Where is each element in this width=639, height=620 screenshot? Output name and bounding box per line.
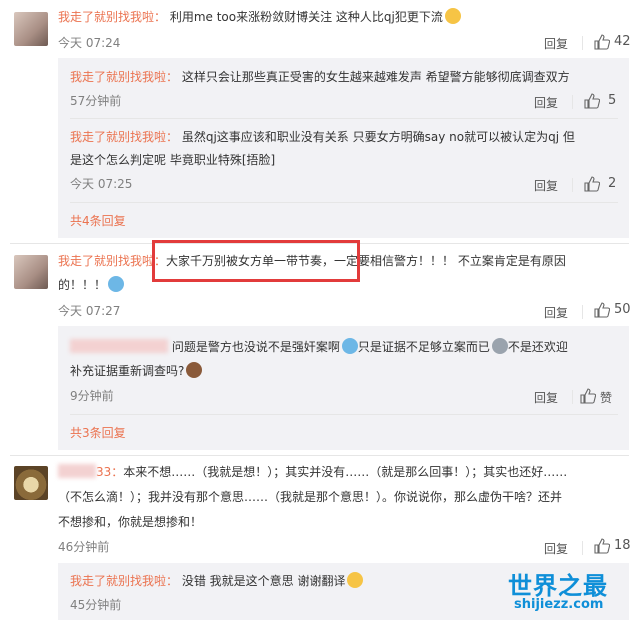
username-link[interactable]: 我走了就别找我啦： bbox=[58, 10, 166, 24]
smile-emoji-icon bbox=[444, 8, 461, 24]
comment-text: 的！！！ bbox=[58, 278, 107, 292]
comment-text: 利用me too来涨粉敛财博关注 这种人比qj犯更下流 bbox=[169, 10, 443, 24]
reply-text-line2: 补充证据重新调查吗? bbox=[70, 360, 203, 382]
reply-text: 这样只会让那些真正受害的女生越来越难发声 希望警方能够彻底调查双方 bbox=[181, 70, 570, 84]
avatar[interactable] bbox=[14, 255, 48, 289]
comment-text-line3: 不想掺和，你就是想掺和！ bbox=[58, 515, 203, 529]
thumbs-up-icon[interactable] bbox=[584, 176, 600, 192]
divider bbox=[582, 305, 583, 319]
divider bbox=[70, 414, 618, 415]
blurred-username bbox=[58, 464, 96, 478]
watermark-url: shijiezz.com bbox=[514, 597, 604, 612]
reply-button[interactable]: 回复 bbox=[534, 94, 558, 111]
thumbs-up-icon[interactable] bbox=[584, 93, 600, 109]
thumbs-up-icon[interactable] bbox=[580, 388, 596, 404]
like-count: 50 bbox=[614, 302, 631, 317]
like-count: 42 bbox=[614, 34, 631, 49]
username-link[interactable]: 我走了就别找我啦： bbox=[70, 130, 178, 144]
reply-text: 只是证据不足够立案而已 bbox=[357, 340, 490, 354]
divider bbox=[10, 455, 629, 456]
emoji-icon bbox=[108, 276, 125, 292]
smile-emoji-icon bbox=[347, 572, 364, 588]
comment-time: 46分钟前 bbox=[58, 540, 110, 554]
emoji-icon bbox=[186, 362, 203, 378]
blurred-username bbox=[70, 339, 168, 353]
divider bbox=[572, 95, 573, 109]
reply-text-line2: 是这个怎么判定呢 毕竟职业特殊[捂脸] bbox=[70, 153, 276, 167]
reply-button[interactable]: 回复 bbox=[534, 389, 558, 406]
avatar[interactable] bbox=[14, 466, 48, 500]
reply-text-line: 我走了就别找我啦： 这样只会让那些真正受害的女生越来越难发声 希望警方能够彻底调… bbox=[70, 66, 570, 88]
like-count: 2 bbox=[608, 176, 617, 191]
divider bbox=[70, 118, 618, 119]
reply-text: 问题是警方也没说不是强奸案啊 bbox=[171, 340, 340, 354]
divider bbox=[572, 178, 573, 192]
username-link[interactable]: 我走了就别找我啦： bbox=[70, 70, 178, 84]
username-link[interactable]: 33： bbox=[96, 465, 123, 479]
comment-time: 今天 07:27 bbox=[58, 304, 121, 318]
divider bbox=[70, 202, 618, 203]
reply-button[interactable]: 回复 bbox=[544, 304, 568, 321]
comment-text-line2: 的！！！ bbox=[58, 274, 125, 296]
username-link[interactable]: 我走了就别找我啦： bbox=[70, 574, 178, 588]
reply-time: 45分钟前 bbox=[70, 598, 122, 612]
more-replies-link[interactable]: 共4条回复 bbox=[70, 212, 126, 229]
reply-text-line: 我走了就别找我啦： 虽然qj这事应该和职业没有关系 只要女方明确say no就可… bbox=[70, 126, 575, 148]
more-replies-link[interactable]: 共3条回复 bbox=[70, 424, 126, 441]
thumbs-up-icon[interactable] bbox=[594, 538, 610, 554]
reply-text-line: 问题是警方也没说不是强奸案啊 只是证据不足够立案而已 不是还欢迎 bbox=[70, 336, 568, 358]
highlight-box bbox=[152, 240, 360, 282]
reply-time: 今天 07:25 bbox=[70, 177, 133, 191]
comment-time: 今天 07:24 bbox=[58, 36, 121, 50]
watermark-logo: 世界之最 bbox=[508, 572, 608, 600]
avatar[interactable] bbox=[14, 12, 48, 46]
like-count: 5 bbox=[608, 93, 617, 108]
divider bbox=[572, 390, 573, 404]
emoji-icon bbox=[341, 338, 358, 354]
reply-button[interactable]: 回复 bbox=[534, 177, 558, 194]
reply-time: 9分钟前 bbox=[70, 389, 114, 403]
thumbs-up-icon[interactable] bbox=[594, 302, 610, 318]
reply-button[interactable]: 回复 bbox=[544, 540, 568, 557]
like-count: 18 bbox=[614, 538, 631, 553]
reply-text: 虽然qj这事应该和职业没有关系 只要女方明确say no就可以被认定为qj 但 bbox=[181, 130, 575, 144]
comment-text-line2: （不怎么滴！）；我并没有那个意思……（我就是那个意思！）。你说说你，那么虚伪干啥… bbox=[58, 490, 563, 504]
thumbs-up-icon[interactable] bbox=[594, 34, 610, 50]
emoji-icon bbox=[491, 338, 508, 354]
reply-text: 不是还欢迎 bbox=[507, 340, 568, 354]
divider bbox=[582, 36, 583, 50]
like-label[interactable]: 赞 bbox=[600, 389, 612, 406]
reply-text: 没错 我就是这个意思 谢谢翻译 bbox=[181, 574, 346, 588]
comment-text: 本来不想……（我就是想！）；其实并没有……（就是那么回事！）；其实也还好…… bbox=[123, 465, 568, 479]
reply-time: 57分钟前 bbox=[70, 94, 122, 108]
comment-text-line: 我走了就别找我啦： 利用me too来涨粉敛财博关注 这种人比qj犯更下流 bbox=[58, 6, 461, 28]
reply-text-line: 我走了就别找我啦： 没错 我就是这个意思 谢谢翻译 bbox=[70, 570, 364, 592]
reply-text: 补充证据重新调查吗? bbox=[70, 364, 185, 378]
comment-text-line: 33：本来不想……（我就是想！）；其实并没有……（就是那么回事！）；其实也还好…… bbox=[58, 461, 567, 483]
reply-button[interactable]: 回复 bbox=[544, 35, 568, 52]
divider bbox=[582, 541, 583, 555]
username-link[interactable]: 我走了就别找我啦： bbox=[58, 254, 166, 268]
